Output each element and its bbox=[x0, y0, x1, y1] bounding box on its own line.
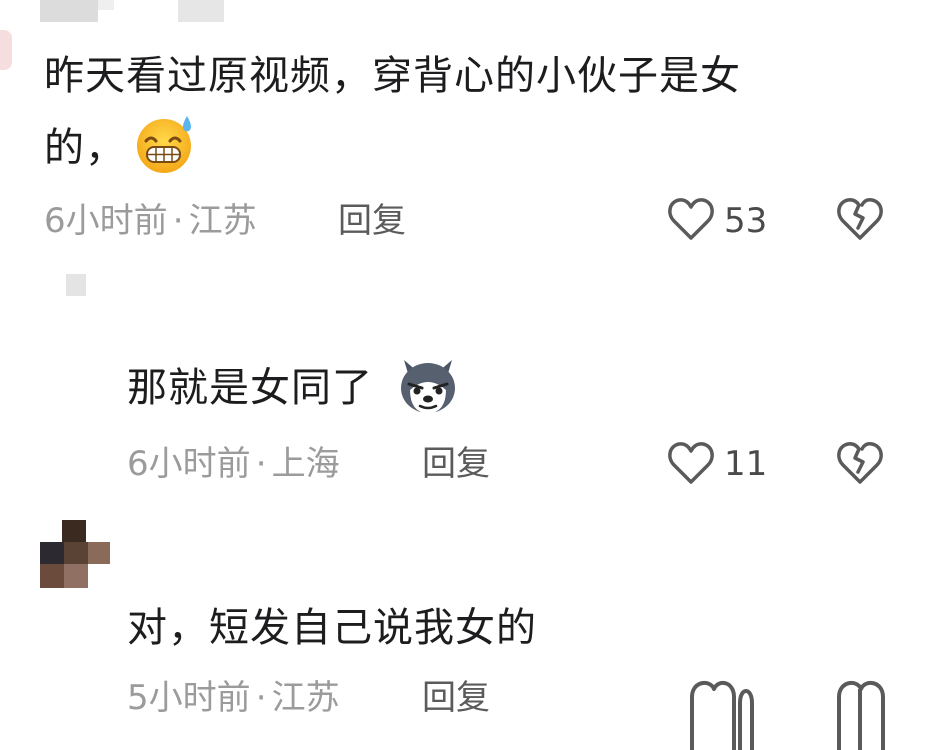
reply-button[interactable]: 回复 bbox=[338, 201, 406, 241]
comment-text-line: 那就是女同了 bbox=[127, 365, 373, 411]
comment-text-line: 的， bbox=[44, 125, 126, 171]
timestamp: 5小时前 bbox=[127, 678, 251, 718]
heart-icon[interactable] bbox=[688, 675, 770, 750]
edge-fragment bbox=[0, 30, 12, 70]
location: 上海 bbox=[271, 444, 340, 484]
comment-text: 对，短发自己说我女的 bbox=[127, 592, 537, 664]
like-count: 11 bbox=[724, 444, 768, 484]
reply-button[interactable]: 回复 bbox=[422, 444, 490, 484]
heart-icon[interactable] bbox=[667, 440, 715, 486]
location: 江苏 bbox=[271, 678, 340, 718]
like-count: 53 bbox=[724, 201, 768, 241]
comment-meta: 5小时前 · 江苏 bbox=[127, 678, 340, 718]
reply-button[interactable]: 回复 bbox=[422, 678, 490, 718]
avatar-fragment-top-2 bbox=[98, 0, 114, 10]
timestamp: 6小时前 bbox=[127, 444, 251, 484]
avatar-fragment-top bbox=[40, 0, 98, 22]
avatar[interactable] bbox=[66, 274, 86, 296]
comment-text: 昨天看过原视频，穿背心的小伙子是女 bbox=[44, 40, 741, 112]
broken-heart-icon[interactable] bbox=[836, 196, 884, 242]
separator-dot: · bbox=[172, 201, 184, 241]
location: 江苏 bbox=[188, 201, 257, 241]
comment-text-continued: 的， bbox=[44, 112, 126, 184]
separator-dot: · bbox=[255, 678, 267, 718]
comment-meta: 6小时前 · 江苏 bbox=[44, 201, 257, 241]
broken-heart-icon[interactable] bbox=[836, 440, 884, 486]
broken-heart-icon[interactable] bbox=[836, 675, 886, 750]
separator-dot: · bbox=[255, 444, 267, 484]
comment-meta: 6小时前 · 上海 bbox=[127, 444, 340, 484]
heart-icon[interactable] bbox=[667, 196, 715, 242]
grinning-sweat-emoji bbox=[137, 116, 191, 173]
comment-text: 那就是女同了 bbox=[127, 352, 373, 424]
comment-text-line: 对，短发自己说我女的 bbox=[127, 605, 537, 651]
husky-dog-emoji bbox=[401, 360, 455, 414]
timestamp: 6小时前 bbox=[44, 201, 168, 241]
avatar-fragment-top-3 bbox=[178, 0, 224, 22]
avatar[interactable] bbox=[40, 520, 110, 588]
comment-text-line: 昨天看过原视频，穿背心的小伙子是女 bbox=[44, 53, 741, 99]
